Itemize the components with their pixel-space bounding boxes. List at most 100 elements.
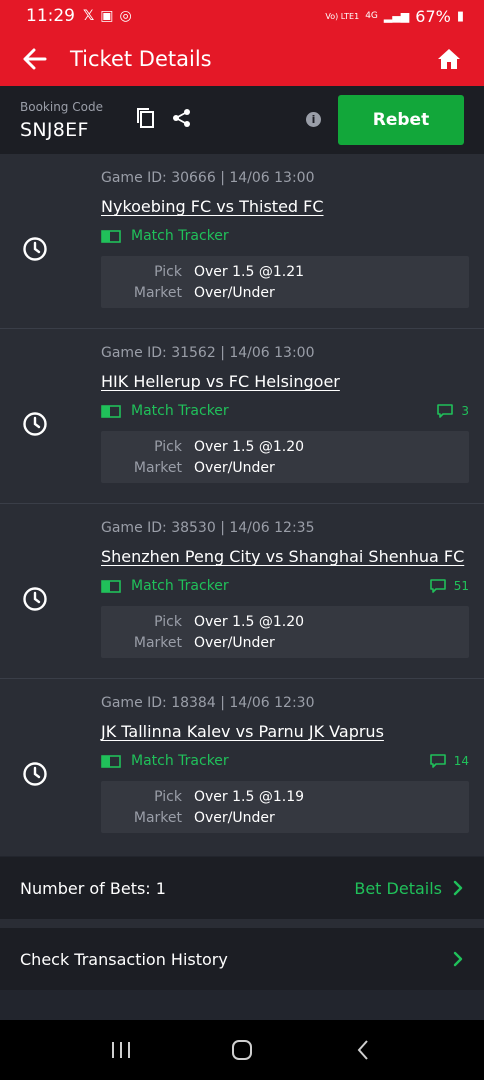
booking-code-block: Booking Code SNJ8EF xyxy=(20,100,103,141)
market-label: Market xyxy=(133,809,182,826)
bet-body: Game ID: 31562 | 14/06 13:00 HIK Helleru… xyxy=(101,345,469,483)
booking-code-label: Booking Code xyxy=(20,99,103,114)
pick-row: Pick Over 1.5 @1.20 xyxy=(101,611,469,632)
pick-value: Over 1.5 @1.20 xyxy=(194,613,305,630)
bets-summary-row: Number of Bets: 1 Bet Details xyxy=(0,857,484,919)
comment-icon xyxy=(437,404,454,418)
pick-box: Pick Over 1.5 @1.20 Market Over/Under xyxy=(101,606,469,658)
notification-icons: 𝕏 ▣ ◎ xyxy=(83,8,132,24)
comment-button[interactable]: 51 xyxy=(429,579,469,593)
market-label: Market xyxy=(133,634,182,651)
pick-label: Pick xyxy=(154,613,182,630)
status-bar: 11:29 𝕏 ▣ ◎ Vo) LTE1 4G ▂▄▆ 67% ▮ xyxy=(0,0,484,32)
bet-item: Game ID: 38530 | 14/06 12:35 Shenzhen Pe… xyxy=(0,504,484,679)
back-button[interactable] xyxy=(0,32,70,86)
match-tracker-icon[interactable] xyxy=(101,229,121,243)
section-divider xyxy=(0,919,484,928)
rebet-button[interactable]: Rebet xyxy=(338,95,464,145)
system-nav-bar xyxy=(0,1020,484,1080)
pick-row: Pick Over 1.5 @1.20 xyxy=(101,436,469,457)
info-icon[interactable]: i xyxy=(306,111,321,127)
game-id: Game ID: 18384 | 14/06 12:30 xyxy=(101,695,315,711)
match-link[interactable]: Shenzhen Peng City vs Shanghai Shenhua F… xyxy=(101,547,469,569)
market-label: Market xyxy=(133,284,182,301)
tracker-row: Match Tracker xyxy=(101,226,469,246)
match-tracker-icon[interactable] xyxy=(101,754,121,768)
match-link[interactable]: Nykoebing FC vs Thisted FC xyxy=(101,197,469,219)
bet-body: Game ID: 18384 | 14/06 12:30 JK Tallinna… xyxy=(101,695,469,833)
market-value: Over/Under xyxy=(194,809,275,826)
market-value: Over/Under xyxy=(194,284,275,301)
comment-icon xyxy=(429,579,446,593)
home-icon xyxy=(438,49,460,69)
match-tracker-icon[interactable] xyxy=(101,404,121,418)
game-id: Game ID: 38530 | 14/06 12:35 xyxy=(101,520,315,536)
pick-row: Pick Over 1.5 @1.19 xyxy=(101,786,469,807)
comment-button[interactable]: 14 xyxy=(429,754,469,768)
signal-bars-icon: ▂▄▆ xyxy=(383,9,410,23)
booking-actions xyxy=(135,107,193,129)
clock-icon xyxy=(23,237,47,261)
battery-icon: ▮ xyxy=(456,8,464,24)
pick-box: Pick Over 1.5 @1.21 Market Over/Under xyxy=(101,256,469,308)
match-link[interactable]: HIK Hellerup vs FC Helsingoer xyxy=(101,372,469,394)
pick-label: Pick xyxy=(154,788,182,805)
home-button[interactable] xyxy=(414,32,484,86)
game-id: Game ID: 31562 | 14/06 13:00 xyxy=(101,345,315,361)
clock-icon xyxy=(23,762,47,786)
recent-apps-icon xyxy=(111,1042,130,1058)
match-tracker-icon[interactable] xyxy=(101,579,121,593)
bet-item: Game ID: 30666 | 14/06 13:00 Nykoebing F… xyxy=(0,154,484,329)
comment-icon xyxy=(429,754,446,768)
market-row: Market Over/Under xyxy=(101,282,469,303)
pick-box: Pick Over 1.5 @1.20 Market Over/Under xyxy=(101,431,469,483)
match-tracker-link[interactable]: Match Tracker xyxy=(131,403,229,419)
recent-apps-button[interactable] xyxy=(101,1030,141,1070)
back-chevron-icon xyxy=(357,1040,369,1060)
copy-icon xyxy=(136,108,154,128)
transaction-history-row[interactable]: Check Transaction History xyxy=(0,928,484,990)
match-tracker-link[interactable]: Match Tracker xyxy=(131,753,229,769)
bet-details-link[interactable]: Bet Details xyxy=(354,879,464,898)
bet-item: Game ID: 18384 | 14/06 12:30 JK Tallinna… xyxy=(0,679,484,856)
market-row: Market Over/Under xyxy=(101,807,469,828)
number-of-bets: Number of Bets: 1 xyxy=(20,878,166,898)
market-value: Over/Under xyxy=(194,634,275,651)
pick-value: Over 1.5 @1.19 xyxy=(194,788,305,805)
comment-count: 14 xyxy=(453,754,469,768)
pick-row: Pick Over 1.5 @1.21 xyxy=(101,261,469,282)
market-row: Market Over/Under xyxy=(101,457,469,478)
copy-button[interactable] xyxy=(135,107,157,129)
chevron-right-icon xyxy=(453,880,463,896)
chevron-right-icon xyxy=(453,951,463,967)
game-id: Game ID: 30666 | 14/06 13:00 xyxy=(101,170,315,186)
tracker-row: Match Tracker 3 xyxy=(101,401,469,421)
battery-percent: 67% xyxy=(415,6,451,26)
booking-code: SNJ8EF xyxy=(20,118,89,141)
back-nav-button[interactable] xyxy=(343,1030,383,1070)
comment-button[interactable]: 3 xyxy=(437,404,469,418)
bet-list: Game ID: 30666 | 14/06 13:00 Nykoebing F… xyxy=(0,154,484,856)
network-label: Vo) LTE1 xyxy=(325,11,360,21)
clock-icon xyxy=(23,587,47,611)
match-link[interactable]: JK Tallinna Kalev vs Parnu JK Vaprus xyxy=(101,722,469,744)
match-tracker-link[interactable]: Match Tracker xyxy=(131,578,229,594)
back-arrow-icon xyxy=(23,48,47,70)
pick-value: Over 1.5 @1.20 xyxy=(194,438,305,455)
market-value: Over/Under xyxy=(194,459,275,476)
match-tracker-link[interactable]: Match Tracker xyxy=(131,228,229,244)
instagram-icon: ◎ xyxy=(119,8,132,24)
app-notification-icon: ▣ xyxy=(100,8,114,24)
transaction-history-label: Check Transaction History xyxy=(20,949,228,969)
app-bar: Ticket Details xyxy=(0,32,484,86)
share-button[interactable] xyxy=(171,107,193,129)
bet-details-label: Bet Details xyxy=(354,878,442,898)
comment-count: 3 xyxy=(461,404,469,418)
home-nav-button[interactable] xyxy=(222,1030,262,1070)
market-label: Market xyxy=(133,459,182,476)
status-time: 11:29 xyxy=(26,6,75,26)
home-circle-icon xyxy=(231,1040,252,1060)
booking-bar: Booking Code SNJ8EF i Rebet xyxy=(0,86,484,154)
pick-label: Pick xyxy=(154,263,182,280)
bet-body: Game ID: 38530 | 14/06 12:35 Shenzhen Pe… xyxy=(101,520,469,658)
